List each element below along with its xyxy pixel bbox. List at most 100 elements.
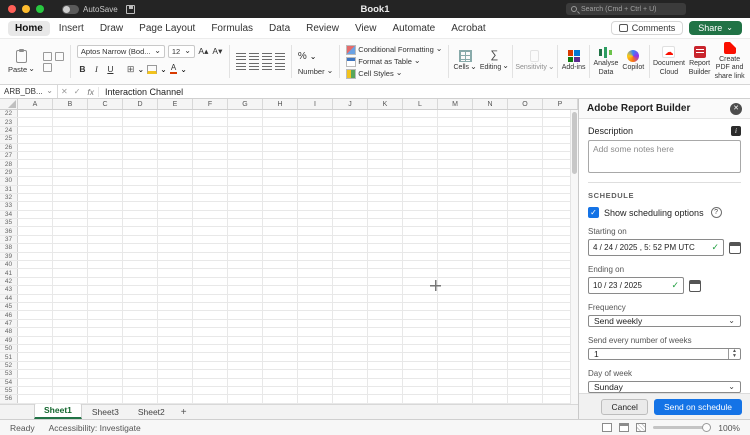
decrease-font-button[interactable]: A▾ <box>212 46 223 57</box>
row-cells[interactable] <box>18 395 578 403</box>
align-right-button[interactable] <box>261 62 272 71</box>
row-cells[interactable] <box>18 177 578 185</box>
help-icon[interactable] <box>710 207 722 218</box>
row-header-56[interactable]: 56 <box>0 395 18 403</box>
page-break-view-icon[interactable] <box>636 423 647 432</box>
analyse-data-button[interactable]: Analyse Data <box>592 41 619 82</box>
row-header-50[interactable]: 50 <box>0 344 18 353</box>
select-all-corner[interactable] <box>0 99 18 109</box>
row-header-48[interactable]: 48 <box>0 328 18 336</box>
column-header-F[interactable]: F <box>193 99 228 109</box>
column-header-E[interactable]: E <box>158 99 193 109</box>
row-cells[interactable] <box>18 185 578 193</box>
copy-icon[interactable] <box>54 51 64 61</box>
sensitivity-button[interactable]: Sensitivity <box>515 41 555 82</box>
row-cells[interactable] <box>18 168 578 177</box>
format-painter-icon[interactable] <box>42 62 52 72</box>
tab-formulas[interactable]: Formulas <box>204 21 260 36</box>
paste-button[interactable]: Paste <box>4 41 39 82</box>
row-cells[interactable] <box>18 126 578 135</box>
row-cells[interactable] <box>18 202 578 210</box>
row-header-25[interactable]: 25 <box>0 135 18 143</box>
row-cells[interactable] <box>18 319 578 328</box>
row-cells[interactable] <box>18 328 578 336</box>
column-header-D[interactable]: D <box>123 99 158 109</box>
comments-button[interactable]: Comments <box>610 21 684 35</box>
calendar-icon[interactable] <box>689 279 701 292</box>
row-header-47[interactable]: 47 <box>0 319 18 328</box>
cell-styles-button[interactable]: Cell Styles <box>346 68 442 79</box>
row-cells[interactable] <box>18 269 578 277</box>
close-window-button[interactable] <box>8 5 16 13</box>
tab-draw[interactable]: Draw <box>93 21 130 36</box>
row-header-40[interactable]: 40 <box>0 261 18 269</box>
confirm-entry-icon[interactable] <box>71 87 84 96</box>
row-cells[interactable] <box>18 143 578 151</box>
info-icon[interactable] <box>731 126 741 136</box>
row-cells[interactable] <box>18 311 578 319</box>
align-top-button[interactable] <box>235 52 246 61</box>
tab-review[interactable]: Review <box>299 21 346 36</box>
column-header-H[interactable]: H <box>263 99 298 109</box>
sheet-tab-sheet1[interactable]: Sheet1 <box>34 403 82 419</box>
column-header-N[interactable]: N <box>473 99 508 109</box>
row-cells[interactable] <box>18 277 578 286</box>
italic-button[interactable]: I <box>91 64 102 74</box>
formula-content[interactable]: Interaction Channel <box>99 87 183 97</box>
create-pdf-button[interactable]: Create PDF and share link <box>713 41 746 82</box>
row-header-33[interactable]: 33 <box>0 202 18 210</box>
share-button[interactable]: Share <box>689 21 742 35</box>
tab-home[interactable]: Home <box>8 20 50 36</box>
tab-page-layout[interactable]: Page Layout <box>132 21 202 36</box>
row-header-46[interactable]: 46 <box>0 311 18 319</box>
column-header-L[interactable]: L <box>403 99 438 109</box>
row-header-35[interactable]: 35 <box>0 219 18 227</box>
row-header-51[interactable]: 51 <box>0 353 18 361</box>
frequency-select[interactable]: Send weekly <box>588 315 741 327</box>
number-format-select[interactable]: Number <box>298 67 333 76</box>
row-cells[interactable] <box>18 118 578 126</box>
vertical-scrollbar-thumb[interactable] <box>572 112 577 174</box>
row-header-39[interactable]: 39 <box>0 252 18 261</box>
row-cells[interactable] <box>18 219 578 227</box>
show-scheduling-checkbox[interactable] <box>588 207 599 218</box>
page-layout-view-icon[interactable] <box>619 423 630 432</box>
row-header-23[interactable]: 23 <box>0 118 18 126</box>
row-header-44[interactable]: 44 <box>0 294 18 302</box>
row-cells[interactable] <box>18 386 578 395</box>
row-cells[interactable] <box>18 286 578 294</box>
align-bottom-button[interactable] <box>261 52 272 61</box>
font-size-select[interactable]: 12 <box>167 45 195 58</box>
zoom-slider-knob[interactable] <box>702 423 712 432</box>
row-header-55[interactable]: 55 <box>0 386 18 395</box>
ending-on-field[interactable]: 10 / 23 / 2025 <box>588 277 684 294</box>
row-cells[interactable] <box>18 302 578 311</box>
increase-font-button[interactable]: A▴ <box>198 46 209 57</box>
column-header-P[interactable]: P <box>543 99 578 109</box>
row-cells[interactable] <box>18 344 578 353</box>
format-as-table-button[interactable]: Format as Table <box>346 56 442 67</box>
row-cells[interactable] <box>18 160 578 168</box>
row-cells[interactable] <box>18 252 578 261</box>
row-cells[interactable] <box>18 353 578 361</box>
row-header-30[interactable]: 30 <box>0 177 18 185</box>
calendar-icon[interactable] <box>729 241 741 254</box>
row-header-45[interactable]: 45 <box>0 302 18 311</box>
description-textarea[interactable] <box>588 140 741 173</box>
accessibility-status[interactable]: Accessibility: Investigate <box>49 423 141 433</box>
zoom-slider[interactable] <box>653 423 712 432</box>
percent-style-button[interactable]: % <box>298 51 307 62</box>
weeks-input[interactable]: 1 ▲ ▼ <box>588 348 741 360</box>
zoom-level[interactable]: 100% <box>718 423 740 433</box>
wrap-text-button[interactable] <box>274 52 285 61</box>
row-cells[interactable] <box>18 244 578 252</box>
tab-automate[interactable]: Automate <box>385 21 442 36</box>
row-cells[interactable] <box>18 261 578 269</box>
editing-button[interactable]: ∑ Editing <box>479 41 510 82</box>
row-header-42[interactable]: 42 <box>0 277 18 286</box>
underline-button[interactable]: U <box>105 64 116 74</box>
cancel-entry-icon[interactable] <box>58 87 71 96</box>
sheet-tab-sheet3[interactable]: Sheet3 <box>83 406 128 419</box>
merge-center-button[interactable] <box>274 62 285 71</box>
name-box[interactable]: ARB_DB... <box>0 85 58 98</box>
